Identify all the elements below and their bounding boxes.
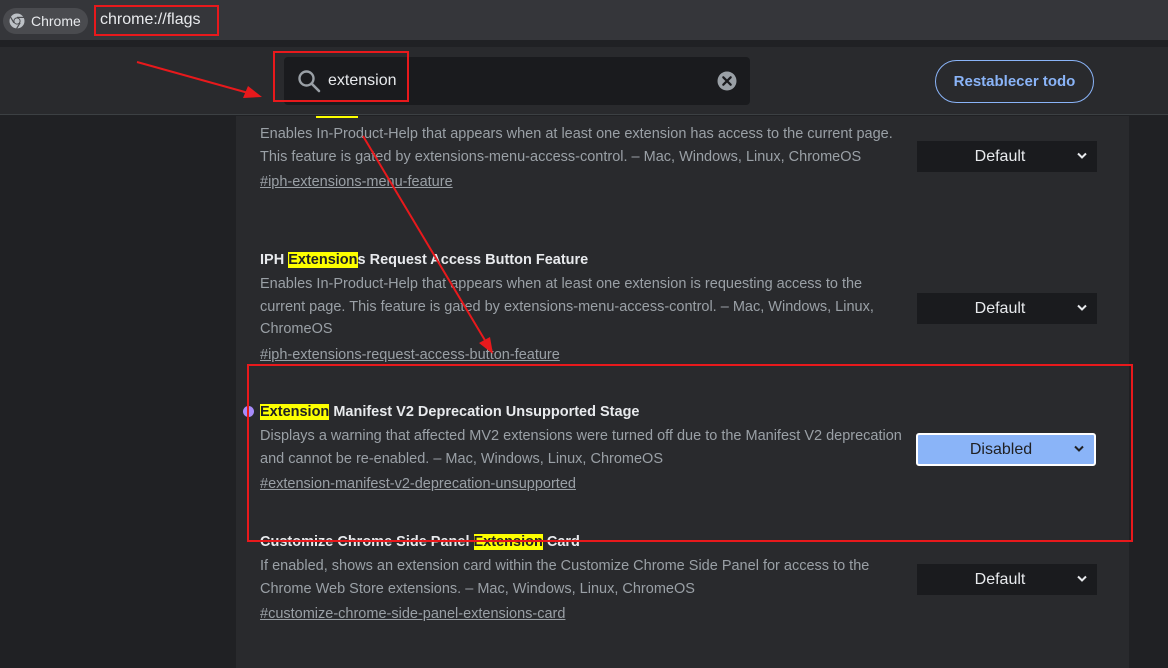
flag-description: Enables In-Product-Help that appears whe… <box>260 276 874 337</box>
chrome-chip-label: Chrome <box>31 13 81 29</box>
flag-title-text: IPH <box>260 252 289 268</box>
clear-search-icon[interactable] <box>717 71 737 91</box>
flag-link[interactable]: #iph-extensions-request-access-button-fe… <box>260 344 910 366</box>
flag-title: IPH Extensions Request Access Button Fea… <box>260 250 910 270</box>
highlight-fragment <box>316 116 358 118</box>
flag-item: IPH Extensions Request Access Button Fea… <box>260 250 910 366</box>
flag-link[interactable]: #iph-extensions-menu-feature <box>260 171 910 193</box>
flag-select-value: Default <box>974 147 1026 165</box>
flag-select[interactable]: Default <box>917 141 1097 172</box>
flag-item: Customize Chrome Side Panel Extension Ca… <box>260 532 910 625</box>
flags-header: Restablecer todo <box>0 47 1168 115</box>
flag-link[interactable]: #customize-chrome-side-panel-extensions-… <box>260 603 910 625</box>
flag-title-text: s Request Access Button Feature <box>357 252 589 268</box>
annotation-box-search <box>273 51 409 102</box>
reset-all-button[interactable]: Restablecer todo <box>935 60 1094 103</box>
flag-select[interactable]: Default <box>917 564 1097 595</box>
chrome-chip[interactable]: Chrome <box>3 8 88 34</box>
chevron-down-icon <box>1077 304 1087 311</box>
chevron-down-icon <box>1077 152 1087 159</box>
search-highlight: Extension <box>288 252 358 268</box>
chrome-logo-icon <box>9 13 25 29</box>
flag-item: Enables In-Product-Help that appears whe… <box>260 123 910 193</box>
chevron-down-icon <box>1077 575 1087 582</box>
flag-select-value: Default <box>974 299 1026 317</box>
annotation-box-url <box>94 5 219 36</box>
flag-select[interactable]: Default <box>917 293 1097 324</box>
annotation-box-flag <box>247 364 1133 542</box>
flag-select-value: Default <box>974 570 1026 588</box>
flag-description: Enables In-Product-Help that appears whe… <box>260 126 893 165</box>
flag-description: If enabled, shows an extension card with… <box>260 558 870 597</box>
